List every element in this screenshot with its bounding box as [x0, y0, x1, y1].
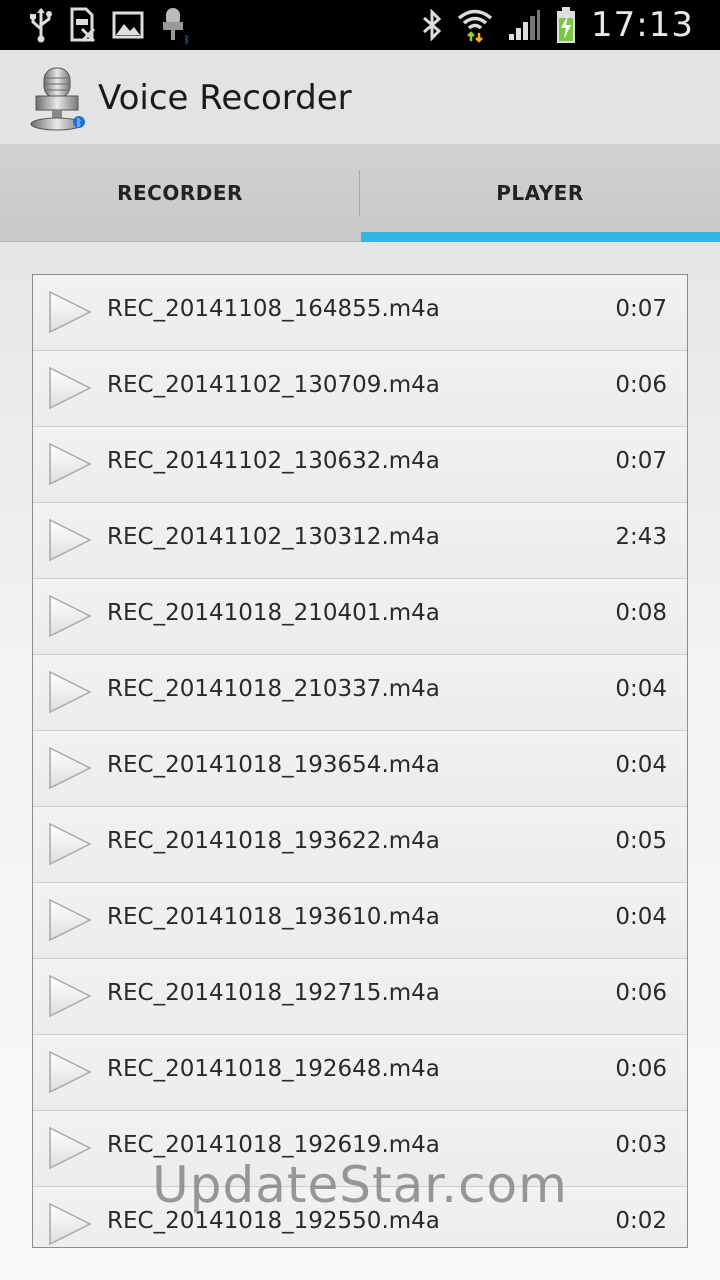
recording-filename: REC_20141102_130709.m4a: [107, 372, 440, 398]
usb-icon: [28, 7, 54, 43]
recording-filename: REC_20141108_164855.m4a: [107, 296, 440, 322]
play-icon[interactable]: [47, 745, 93, 791]
play-icon[interactable]: [47, 517, 93, 563]
recording-row[interactable]: REC_20141018_192715.m4a 0:06: [33, 959, 687, 1035]
status-bar-notifications: ᛒ: [28, 6, 190, 44]
recording-duration: 0:04: [615, 752, 667, 778]
watermark: UpdateStar.com: [152, 1156, 568, 1214]
sim-card-off-icon: [68, 7, 98, 43]
play-icon[interactable]: [47, 669, 93, 715]
recording-row[interactable]: REC_20141018_192648.m4a 0:06: [33, 1035, 687, 1111]
svg-text:ᛒ: ᛒ: [184, 35, 190, 44]
recording-duration: 0:06: [615, 980, 667, 1006]
recording-row[interactable]: REC_20141018_210401.m4a 0:08: [33, 579, 687, 655]
recording-row[interactable]: REC_20141018_193654.m4a 0:04: [33, 731, 687, 807]
play-icon[interactable]: [47, 365, 93, 411]
recording-filename: REC_20141018_193622.m4a: [107, 828, 440, 854]
play-icon[interactable]: [47, 1049, 93, 1095]
status-bar-system: 17:13: [421, 0, 694, 50]
tab-player[interactable]: PLAYER: [360, 144, 720, 242]
clock: 17:13: [591, 5, 694, 45]
recording-filename: REC_20141018_192619.m4a: [107, 1132, 440, 1158]
status-bar: ᛒ 17:13: [0, 0, 720, 50]
recording-duration: 2:43: [615, 524, 667, 550]
recording-duration: 0:04: [615, 904, 667, 930]
signal-icon: [507, 8, 541, 42]
recording-filename: REC_20141102_130632.m4a: [107, 448, 440, 474]
recording-row[interactable]: REC_20141018_193610.m4a 0:04: [33, 883, 687, 959]
action-bar: ᛒ Voice Recorder: [0, 50, 720, 144]
image-icon: [112, 10, 144, 40]
recording-duration: 0:03: [615, 1132, 667, 1158]
recording-duration: 0:07: [615, 448, 667, 474]
tab-bar: RECORDER PLAYER: [0, 144, 720, 242]
play-icon[interactable]: [47, 289, 93, 335]
recording-filename: REC_20141018_193610.m4a: [107, 904, 440, 930]
recording-row[interactable]: REC_20141018_193622.m4a 0:05: [33, 807, 687, 883]
player-content: REC_20141108_164855.m4a 0:07 REC_2014110…: [0, 242, 720, 1280]
bluetooth-icon: [421, 9, 443, 41]
recording-filename: REC_20141102_130312.m4a: [107, 524, 440, 550]
play-icon[interactable]: [47, 973, 93, 1019]
recording-filename: REC_20141018_193654.m4a: [107, 752, 440, 778]
recording-duration: 0:07: [615, 296, 667, 322]
recording-duration: 0:06: [615, 1056, 667, 1082]
play-icon[interactable]: [47, 441, 93, 487]
recording-duration: 0:08: [615, 600, 667, 626]
app-title: Voice Recorder: [98, 78, 352, 118]
recording-row[interactable]: REC_20141018_210337.m4a 0:04: [33, 655, 687, 731]
wifi-icon: [457, 7, 493, 43]
recording-duration: 0:04: [615, 676, 667, 702]
play-icon[interactable]: [47, 593, 93, 639]
play-icon[interactable]: [47, 821, 93, 867]
recordings-list[interactable]: REC_20141108_164855.m4a 0:07 REC_2014110…: [32, 274, 688, 1248]
recording-filename: REC_20141018_210401.m4a: [107, 600, 440, 626]
recording-row[interactable]: REC_20141108_164855.m4a 0:07: [33, 275, 687, 351]
svg-text:ᛒ: ᛒ: [76, 118, 82, 129]
recording-filename: REC_20141018_210337.m4a: [107, 676, 440, 702]
recording-duration: 0:06: [615, 372, 667, 398]
recording-row[interactable]: REC_20141102_130312.m4a 2:43: [33, 503, 687, 579]
recording-row[interactable]: REC_20141102_130632.m4a 0:07: [33, 427, 687, 503]
microphone-app-icon[interactable]: ᛒ: [26, 66, 88, 132]
recording-filename: REC_20141018_192648.m4a: [107, 1056, 440, 1082]
recording-filename: REC_20141018_192715.m4a: [107, 980, 440, 1006]
tab-recorder[interactable]: RECORDER: [0, 144, 360, 242]
tab-selected-indicator: [361, 232, 720, 242]
play-icon[interactable]: [47, 897, 93, 943]
recording-row[interactable]: REC_20141102_130709.m4a 0:06: [33, 351, 687, 427]
microphone-bluetooth-icon: ᛒ: [158, 6, 190, 44]
battery-charging-icon: [555, 6, 577, 44]
recording-duration: 0:05: [615, 828, 667, 854]
